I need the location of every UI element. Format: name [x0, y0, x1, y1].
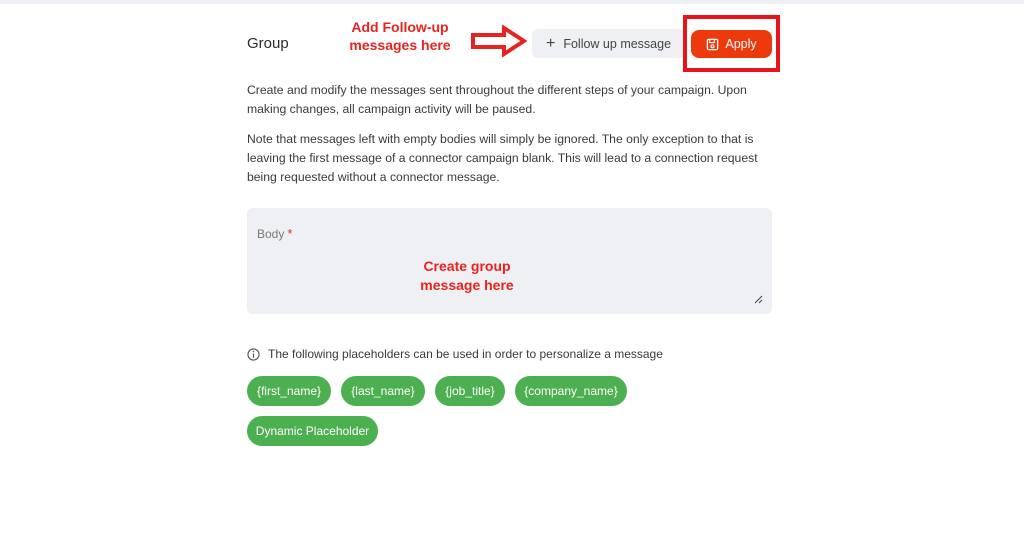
body-label-text: Body	[257, 227, 285, 241]
page-title: Group	[247, 35, 289, 52]
placeholder-chip-last-name[interactable]: {last_name}	[341, 376, 425, 406]
plus-icon: +	[546, 34, 556, 52]
placeholder-info: The following placeholders can be used i…	[247, 347, 663, 361]
info-icon	[247, 347, 260, 361]
body-textarea[interactable]: Body * Create group message here	[247, 208, 772, 314]
apply-button[interactable]: Apply	[691, 30, 772, 58]
follow-up-annotation: Add Follow-up messages here	[349, 19, 451, 53]
required-asterisk: *	[287, 226, 293, 241]
placeholder-chip-company-name[interactable]: {company_name}	[515, 376, 627, 406]
resize-handle-icon[interactable]	[753, 294, 763, 304]
annotation-arrow-icon	[471, 25, 527, 57]
follow-up-button-label: Follow up message	[563, 36, 672, 51]
description-paragraph-1: Create and modify the messages sent thro…	[247, 83, 747, 116]
placeholder-chip-job-title[interactable]: {job_title}	[435, 376, 505, 406]
top-bar	[0, 0, 1024, 4]
placeholder-info-text: The following placeholders can be used i…	[268, 347, 663, 361]
body-field-label: Body *	[257, 226, 292, 241]
placeholder-chip-dynamic[interactable]: Dynamic Placeholder	[247, 416, 378, 446]
follow-up-message-button[interactable]: + Follow up message	[532, 29, 684, 58]
placeholder-chip-first-name[interactable]: {first_name}	[247, 376, 331, 406]
save-icon	[707, 38, 719, 50]
description-paragraph-2: Note that messages left with empty bodie…	[247, 132, 758, 184]
apply-button-label: Apply	[725, 37, 757, 51]
body-annotation: Create group message here	[420, 258, 514, 293]
